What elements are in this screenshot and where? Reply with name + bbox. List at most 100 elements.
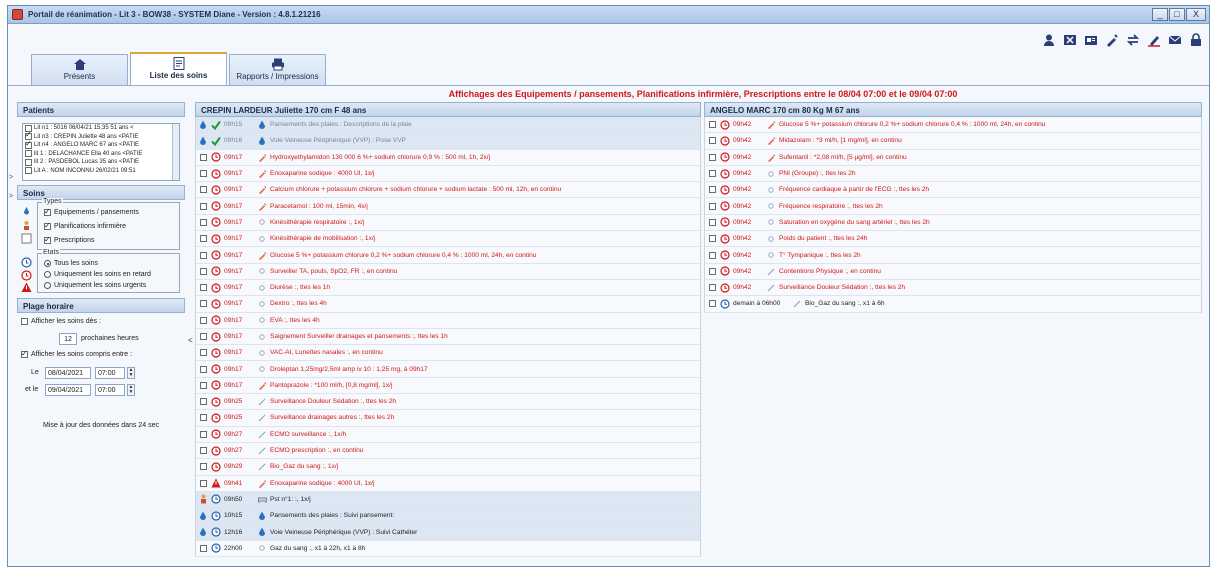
care-row[interactable]: 09h17 Saignement Surveiller drainages et … [195, 328, 701, 346]
id-card-icon[interactable] [1084, 33, 1098, 47]
checkbox[interactable] [705, 121, 719, 129]
checkbox[interactable] [705, 267, 719, 275]
patient-checkbox[interactable] [25, 158, 32, 166]
type-option[interactable]: Equipements / pansements [44, 207, 139, 216]
end-time-spinner[interactable]: ▲ ▼ [127, 384, 135, 396]
care-row[interactable]: 09h17 VAC-AI, Lunettes nasales :, en cont… [195, 345, 701, 362]
user-icon[interactable] [1042, 33, 1056, 47]
care-row[interactable]: 09h17 Dextro :, ttes les 4h [195, 296, 701, 313]
afficher-soins-option[interactable]: Afficher les soins dès : [21, 318, 101, 325]
lock-icon[interactable] [1189, 33, 1203, 47]
care-row[interactable]: 09h42 Sufentanil : *2,08 ml/h, [5 µg/ml],… [704, 149, 1202, 166]
etat-option[interactable]: Uniquement les soins en retard [44, 271, 151, 278]
hours-input[interactable]: 12 [59, 333, 77, 345]
checkbox[interactable] [196, 300, 210, 308]
syringe-icon[interactable] [1105, 33, 1119, 47]
care-row[interactable]: demain à 06h00 Bio_Gaz du sang :, x1 à 6h [704, 296, 1202, 313]
checkbox[interactable] [196, 235, 210, 243]
tab-presents[interactable]: Présents [31, 54, 128, 85]
afficher-compris-checkbox[interactable] [21, 349, 28, 358]
care-row[interactable]: 09h25 Surveillance drainages autres :, tt… [195, 410, 701, 427]
care-row[interactable]: 09h17 Enoxaparine sodique : 4000 UI, 1x/j [195, 165, 701, 183]
afficher-compris-option[interactable]: Afficher les soins compris entre : [21, 349, 132, 358]
care-row[interactable]: 09h42 Fréquence respiratoire :, ttes les … [704, 198, 1202, 215]
care-row[interactable]: 09h17 Hydroxyethylamidon 130 000 6 %+ sod… [195, 149, 701, 166]
type-checkbox[interactable] [44, 235, 51, 244]
care-row[interactable]: 09h17 Kinésithérapie respiratoire :, 1x/j [195, 214, 701, 232]
pen-icon[interactable] [1147, 33, 1161, 47]
care-row[interactable]: 09h42 T° Tympanique :, ttes les 2h [704, 247, 1202, 264]
end-time-input[interactable]: 07:00 [95, 384, 125, 396]
care-row[interactable]: 09h42 Midazolam : *3 ml/h, [1 mg/ml], en … [704, 133, 1202, 150]
care-row[interactable]: 09h15 Pansements des plaies : Description… [195, 117, 701, 134]
care-row[interactable]: 12h16 Voie Veineuse Périphérique (VVP) : … [195, 524, 701, 541]
type-checkbox[interactable] [44, 221, 51, 230]
care-row[interactable]: 09h42 Fréquence cardiaque à partir de l'E… [704, 182, 1202, 199]
checkbox[interactable] [705, 235, 719, 243]
patients-list[interactable]: Lit n1 : 5016 06/04/21 15:35 51 ans < Li… [22, 123, 180, 181]
minimize-button[interactable]: _ [1152, 8, 1168, 21]
care-row[interactable]: 09h42 Poids du patient :, ttes les 24h [704, 231, 1202, 248]
patient-item[interactable]: Lit A : NOM INCONNU 26/02/21 09:51 [23, 167, 179, 176]
care-row[interactable]: 09h42 Surveillance Douleur Sédation :, tt… [704, 279, 1202, 297]
collapse-arrow-icon[interactable]: < [188, 336, 193, 345]
type-option[interactable]: Planifications infirmière [44, 221, 126, 230]
care-row[interactable]: 09h17 Kinésithérapie de mobilisation :, 1… [195, 231, 701, 248]
checkbox[interactable] [196, 284, 210, 292]
care-row[interactable]: 09h42 PNI (Groupe) :, ttes les 2h [704, 165, 1202, 183]
care-row[interactable]: 22h00 Gaz du sang :, x1 à 22h, x1 à 8h [195, 540, 701, 558]
checkbox[interactable] [196, 218, 210, 226]
expand-marker-icon[interactable]: > [9, 174, 13, 181]
start-date-input[interactable]: 08/04/2021 [45, 367, 91, 379]
etat-radio[interactable] [44, 282, 51, 289]
checkbox[interactable] [705, 218, 719, 226]
checkbox[interactable] [196, 381, 210, 389]
maximize-button[interactable]: □ [1169, 8, 1185, 21]
care-row[interactable]: 09h17 Calcium chlorure + potassium chloru… [195, 182, 701, 199]
care-row[interactable]: 09h42 Saturation en oxygène du sang artér… [704, 214, 1202, 232]
checkbox[interactable] [705, 137, 719, 145]
care-row[interactable]: 09h42 Contentions Physique :, en continu [704, 263, 1202, 280]
checkbox[interactable] [705, 300, 719, 308]
start-time-spinner[interactable]: ▲ ▼ [127, 367, 135, 379]
checkbox[interactable] [196, 414, 210, 422]
etat-option[interactable]: Uniquement les soins urgents [44, 282, 146, 289]
patient-item[interactable]: lit 1 : DELACHANCE Ella 40 ans <PATIE [23, 150, 179, 159]
patient-item[interactable]: Lit n1 : 5016 06/04/21 15:35 51 ans < [23, 124, 179, 133]
patient-checkbox[interactable] [25, 167, 32, 175]
checkbox[interactable] [705, 170, 719, 178]
checkbox[interactable] [705, 186, 719, 194]
type-checkbox[interactable] [44, 207, 51, 216]
swap-icon[interactable] [1126, 33, 1140, 47]
etat-radio[interactable] [44, 271, 51, 278]
checkbox[interactable] [196, 544, 210, 552]
care-row[interactable]: 09h17 Droleptan 1,25mg/2,5ml amp iv 10 : … [195, 361, 701, 378]
afficher-soins-checkbox[interactable] [21, 318, 28, 325]
checkbox[interactable] [705, 202, 719, 210]
patient-item[interactable]: Lit n4 : ANGELO MARC 67 ans <PATIE [23, 140, 179, 150]
checkbox[interactable] [196, 153, 210, 161]
patient-item[interactable]: Lit n3 : CREPIN Juliette 48 ans <PATIE [23, 131, 179, 142]
checkbox[interactable] [196, 479, 210, 487]
mail-icon[interactable] [1168, 33, 1182, 47]
tab-liste-des-soins[interactable]: Liste des soins [130, 52, 227, 85]
checkbox[interactable] [196, 447, 210, 455]
checkbox[interactable] [196, 170, 210, 178]
care-row[interactable]: 09h50 Pst n°1: :, 1x/j [195, 491, 701, 509]
checkbox[interactable] [196, 267, 210, 275]
care-row[interactable]: 09h17 EVA :, ttes les 4h [195, 312, 701, 329]
checkbox[interactable] [196, 186, 210, 194]
checkbox[interactable] [196, 349, 210, 357]
checkbox[interactable] [705, 284, 719, 292]
close-button[interactable]: X [1186, 8, 1206, 21]
end-date-input[interactable]: 09/04/2021 [45, 384, 91, 396]
care-row[interactable]: 09h27 ECMO prescription :, en continu [195, 442, 701, 460]
care-row[interactable]: 09h16 Voie Veineuse Périphérique (VVP) : … [195, 133, 701, 150]
patient-checkbox[interactable] [25, 140, 32, 149]
care-row[interactable]: 09h42 Glucose 5 %+ potassium chlorure 0,2… [704, 117, 1202, 134]
care-row[interactable]: 10h15 Pansements des plaies : Suivi panse… [195, 508, 701, 525]
etat-option[interactable]: Tous les soins [44, 260, 98, 267]
start-time-input[interactable]: 07:00 [95, 367, 125, 379]
checkbox[interactable] [196, 365, 210, 373]
checkbox[interactable] [196, 463, 210, 471]
